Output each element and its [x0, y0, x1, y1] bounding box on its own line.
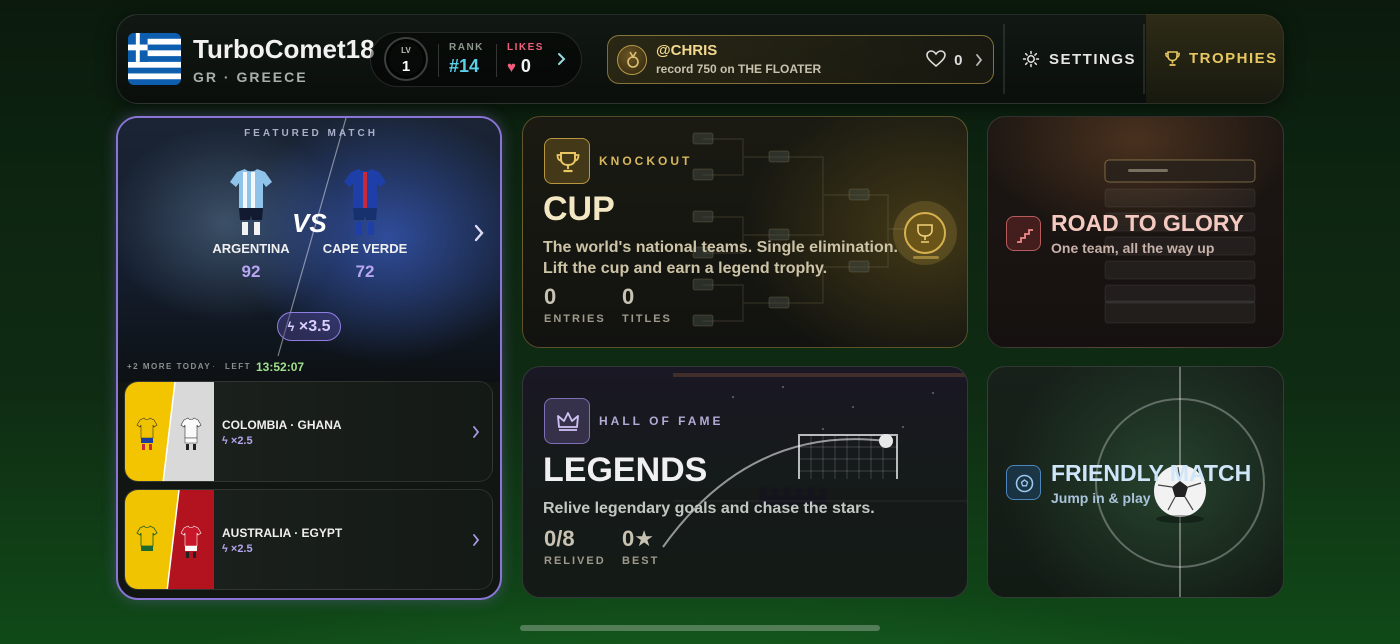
likes-count: 0 [520, 56, 531, 76]
match-multiplier-value: ×2.5 [230, 543, 253, 555]
vs-label: VS [292, 208, 327, 238]
cup-icon-box [544, 138, 590, 184]
match-card[interactable]: AUSTRALIA · EGYPT ϟ ×2.5 [124, 489, 493, 590]
match-card[interactable]: COLOMBIA · GHANA ϟ ×2.5 [124, 381, 493, 482]
record-likes[interactable]: 0 [926, 50, 963, 69]
bolt-icon: ϟ [222, 543, 228, 555]
home-indicator[interactable] [520, 625, 880, 631]
friendly-title: FRIENDLY MATCH [1051, 460, 1252, 486]
chevron-right-icon [976, 54, 983, 66]
home-team-name: ARGENTINA [212, 241, 290, 256]
match-multiplier: ϟ ×2.5 [222, 435, 253, 447]
away-team-name: CAPE VERDE [322, 241, 408, 256]
settings-label: SETTINGS [1049, 50, 1137, 68]
separator-dot: · [212, 361, 215, 371]
likes-label: LIKES [507, 42, 544, 53]
username: TurboComet18 [193, 34, 375, 64]
heart-icon: ♥ [507, 59, 516, 76]
country-label: GR · GREECE [193, 69, 308, 85]
cup-titles-label: TITLES [622, 313, 672, 325]
medal-icon [617, 45, 647, 75]
trophies-label: TROPHIES [1189, 50, 1278, 67]
legends-description: Relive legendary goals and chase the sta… [543, 500, 875, 517]
legends-eyebrow: HALL OF FAME [599, 414, 724, 428]
colombia-ghana-thumbnail [125, 382, 214, 481]
settings-button[interactable]: SETTINGS [1022, 50, 1136, 68]
away-team-score: 72 [355, 262, 375, 281]
match-name: COLOMBIA · GHANA [222, 418, 342, 432]
bracket-graphic [692, 132, 957, 327]
cup-title: CUP [543, 190, 615, 228]
cape-verde-jersey-icon [344, 169, 386, 235]
chevron-right-icon [558, 53, 566, 65]
record-user: @CHRIS [656, 42, 718, 59]
divider [438, 44, 439, 77]
record-likes-count: 0 [954, 52, 963, 69]
cup-description-line2: Lift the cup and earn a legend trophy. [543, 260, 828, 277]
divider [1143, 24, 1145, 94]
divider [496, 44, 497, 77]
cup-titles-value: 0 [622, 284, 635, 309]
trophy-icon [1165, 51, 1180, 66]
legends-best-value: 0★ [622, 526, 654, 551]
cup-entries-value: 0 [544, 284, 557, 309]
record-text: record 750 on THE FLOATER [656, 62, 822, 76]
greece-flag-icon [128, 33, 181, 85]
featured-match-label: FEATURED MATCH [244, 128, 378, 139]
cup-eyebrow: KNOCKOUT [599, 154, 693, 168]
gear-icon [1022, 50, 1040, 68]
bolt-icon: ϟ [222, 435, 228, 447]
heart-outline-icon [926, 50, 946, 68]
road-title: ROAD TO GLORY [1051, 210, 1244, 236]
divider [1003, 24, 1005, 94]
australia-egypt-thumbnail [125, 490, 214, 589]
legends-relived-label: RELIVED [544, 555, 606, 567]
legends-relived-value: 0/8 [544, 526, 575, 551]
multiplier-badge: ϟ ×3.5 [277, 312, 341, 341]
friendly-icon-box [1006, 465, 1041, 500]
stairs-icon [1017, 229, 1033, 243]
match-multiplier: ϟ ×2.5 [222, 543, 253, 555]
more-today-label: +2 MORE TODAY [127, 362, 212, 371]
trophy-icon [556, 152, 580, 173]
level-badge: LV 1 [384, 37, 428, 81]
countdown-timer: 13:52:07 [256, 360, 305, 374]
match-multiplier-value: ×2.5 [230, 435, 253, 447]
rank-value: #14 [449, 56, 480, 76]
home-team-score: 92 [241, 262, 261, 281]
level-label: LV [401, 46, 411, 55]
legends-icon-box [544, 398, 590, 444]
match-name: AUSTRALIA · EGYPT [222, 526, 343, 540]
argentina-jersey-icon [230, 169, 272, 235]
ball-icon [1015, 474, 1034, 493]
bolt-icon: ϟ [287, 319, 295, 334]
road-subtitle: One team, all the way up [1051, 240, 1215, 256]
chevron-right-icon [473, 426, 480, 438]
level-value: 1 [401, 58, 411, 75]
chevron-right-icon [473, 534, 480, 546]
legends-best-label: BEST [622, 555, 660, 567]
crown-icon [557, 412, 579, 431]
cup-entries-label: ENTRIES [544, 313, 606, 325]
trophies-button[interactable]: TROPHIES [1164, 50, 1278, 67]
road-icon-box [1006, 216, 1041, 251]
rank-label: RANK [449, 42, 484, 53]
chevron-right-icon[interactable] [472, 222, 486, 244]
likes-value: ♥ 0 [507, 56, 531, 77]
legends-title: LEGENDS [543, 451, 708, 489]
cup-description-line1: The world's national teams. Single elimi… [543, 239, 898, 256]
multiplier-value: ×3.5 [298, 318, 331, 335]
time-left-label: LEFT [225, 362, 251, 371]
friendly-subtitle: Jump in & play [1051, 490, 1151, 506]
